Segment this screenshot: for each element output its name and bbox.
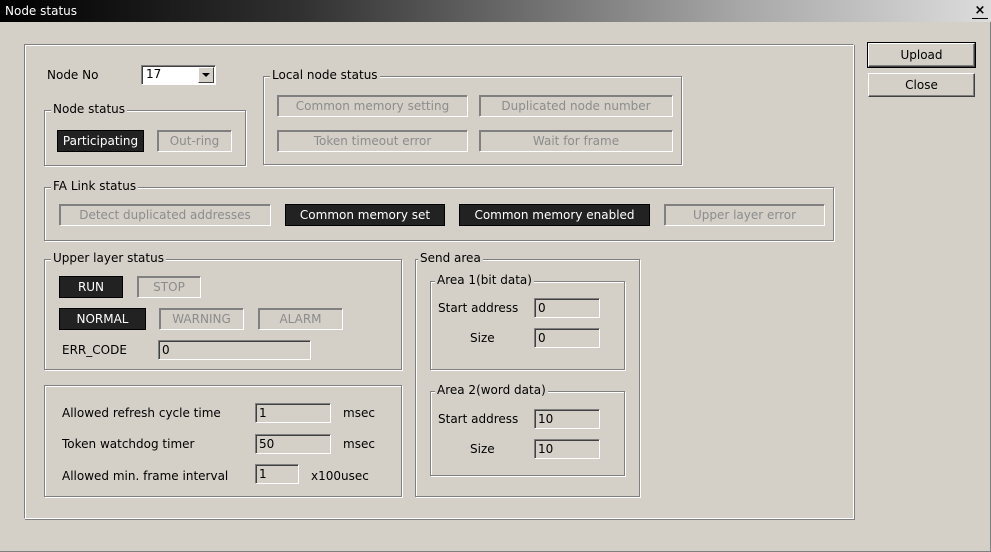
refresh-cycle-unit: msec: [343, 406, 375, 420]
node-status-dialog: Node status × Upload Close Node No 17 No…: [0, 0, 991, 552]
area1-start-address-field: 0: [534, 298, 600, 318]
warning-indicator: WARNING: [159, 308, 244, 330]
area1-group-label: Area 1(bit data): [435, 273, 534, 287]
area2-group-label: Area 2(word data): [435, 383, 548, 397]
area2-size-field: 10: [534, 439, 600, 459]
err-code-field: 0: [158, 340, 311, 360]
send-area-group-label: Send area: [418, 251, 483, 265]
area1-size-field: 0: [534, 328, 600, 348]
close-button[interactable]: Close: [868, 73, 975, 97]
stop-indicator: STOP: [137, 276, 201, 298]
node-no-value: 17: [146, 67, 162, 81]
refresh-cycle-label: Allowed refresh cycle time: [62, 406, 221, 420]
node-no-label: Node No: [47, 68, 99, 82]
detect-duplicated-addresses-indicator: Detect duplicated addresses: [59, 204, 271, 226]
area2-group: Area 2(word data): [430, 383, 625, 476]
node-no-select[interactable]: 17: [141, 65, 216, 85]
area1-size-label: Size: [470, 331, 495, 345]
token-timeout-error-indicator: Token timeout error: [277, 130, 468, 152]
upper-layer-status-group-label: Upper layer status: [51, 251, 166, 265]
common-memory-set-indicator: Common memory set: [285, 204, 445, 226]
refresh-cycle-field: 1: [255, 403, 331, 423]
area1-start-address-label: Start address: [438, 301, 519, 315]
window-title: Node status: [5, 4, 78, 18]
chevron-down-icon[interactable]: [198, 67, 214, 83]
min-frame-interval-label: Allowed min. frame interval: [62, 469, 229, 483]
area1-group: Area 1(bit data): [430, 273, 625, 370]
area2-start-address-field: 10: [534, 409, 600, 429]
token-watchdog-label: Token watchdog timer: [62, 437, 195, 451]
run-indicator: RUN: [59, 276, 123, 298]
fa-link-status-group-label: FA Link status: [51, 179, 139, 193]
common-memory-setting-indicator: Common memory setting: [277, 95, 468, 117]
common-memory-enabled-indicator: Common memory enabled: [459, 204, 650, 226]
local-node-status-group-label: Local node status: [270, 68, 380, 82]
normal-indicator: NORMAL: [59, 308, 146, 330]
token-watchdog-unit: msec: [343, 437, 375, 451]
title-bar: Node status ×: [0, 0, 991, 22]
upper-layer-error-indicator: Upper layer error: [664, 204, 825, 226]
area2-size-label: Size: [470, 442, 495, 456]
area2-start-address-label: Start address: [438, 412, 519, 426]
duplicated-node-number-indicator: Duplicated node number: [479, 95, 673, 117]
close-icon[interactable]: ×: [972, 3, 988, 19]
wait-for-frame-indicator: Wait for frame: [479, 130, 673, 152]
err-code-label: ERR_CODE: [62, 343, 127, 357]
participating-indicator: Participating: [57, 130, 144, 152]
upload-button[interactable]: Upload: [867, 42, 976, 68]
alarm-indicator: ALARM: [258, 308, 343, 330]
out-ring-indicator: Out-ring: [157, 130, 232, 152]
node-status-group-label: Node status: [51, 102, 128, 116]
token-watchdog-field: 50: [255, 434, 331, 454]
min-frame-interval-field: 1: [255, 464, 299, 484]
min-frame-interval-unit: x100usec: [311, 469, 369, 483]
